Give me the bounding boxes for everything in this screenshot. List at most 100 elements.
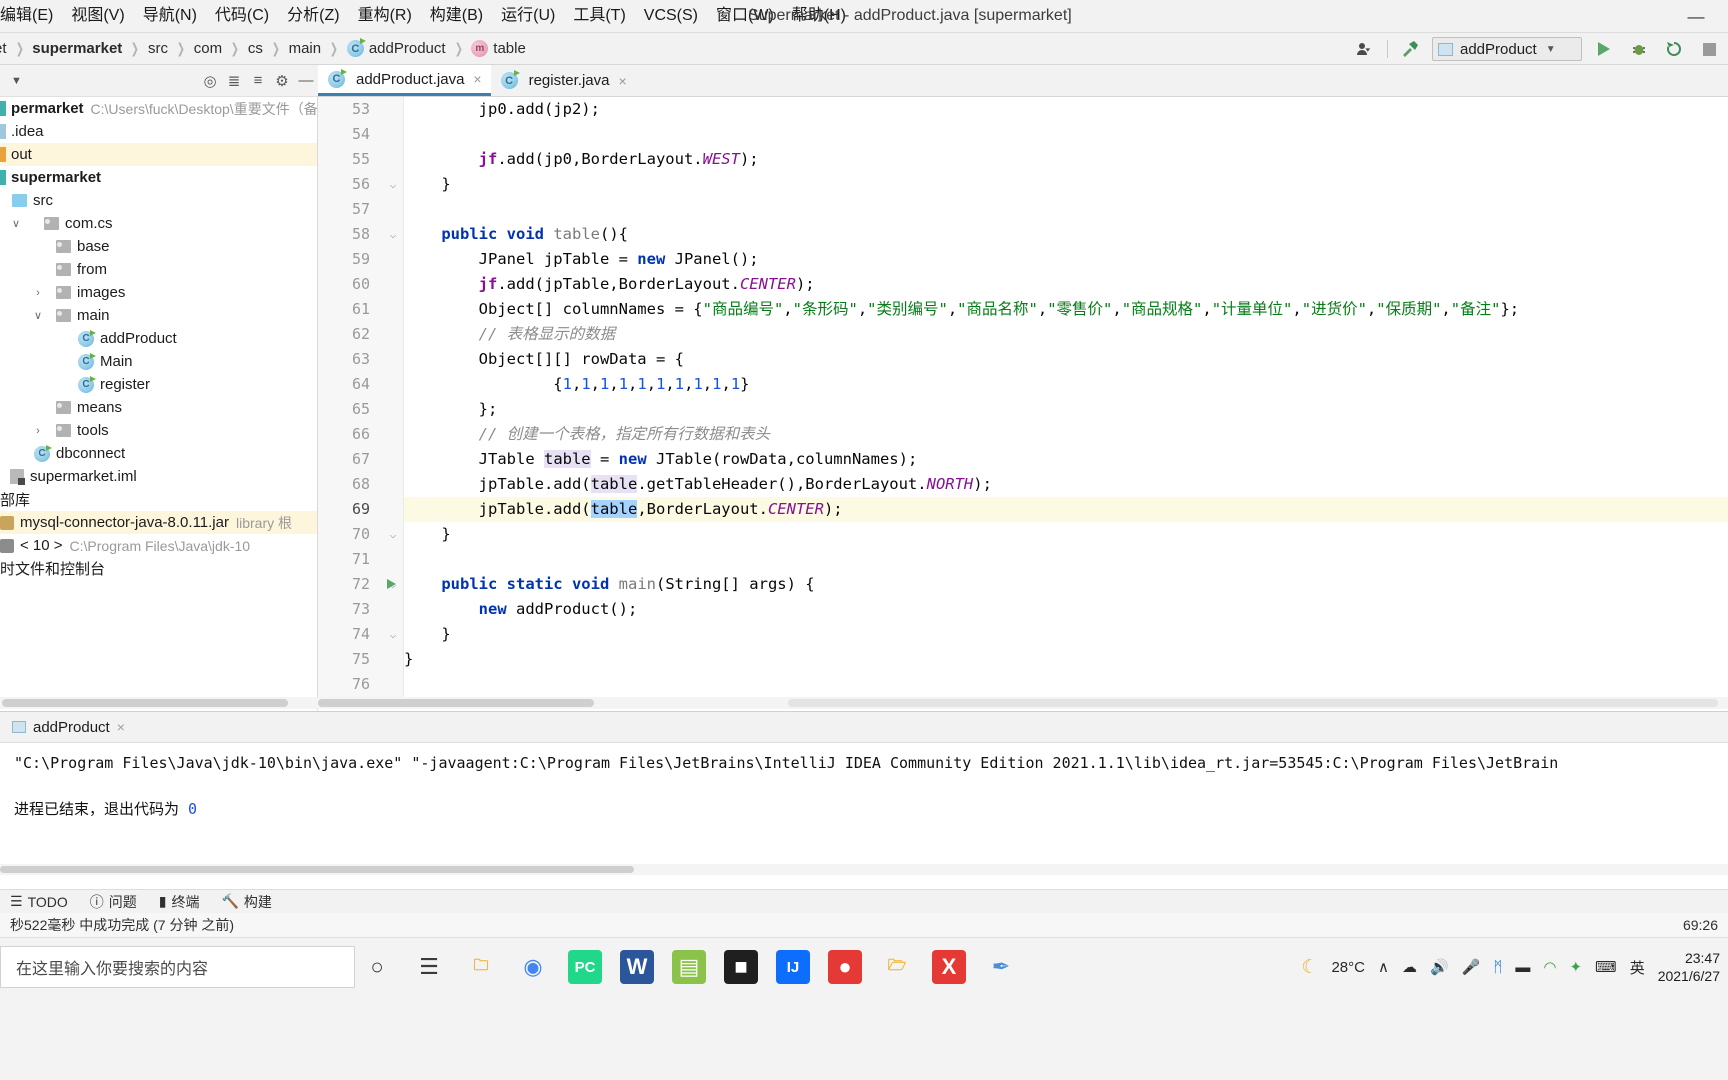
ime-indicator[interactable]: 英: [1630, 957, 1645, 978]
close-icon[interactable]: ×: [618, 73, 626, 89]
chrome-icon[interactable]: ◉: [516, 950, 550, 984]
menu-edit[interactable]: 编辑(E): [0, 3, 62, 29]
code-line[interactable]: {1,1,1,1,1,1,1,1,1,1}: [404, 372, 1728, 397]
menu-build[interactable]: 构建(B): [421, 3, 492, 29]
tree-row-scratches[interactable]: 时文件和控制台: [0, 557, 317, 580]
gear-icon[interactable]: ⚙: [270, 69, 294, 93]
gutter-run-icon[interactable]: [387, 579, 396, 589]
tree-row-jar[interactable]: mysql-connector-java-8.0.11.jar library …: [0, 511, 317, 534]
tree-row-external-libraries[interactable]: 部库: [0, 488, 317, 511]
collapse-all-icon[interactable]: ≡: [246, 69, 270, 93]
status-problems[interactable]: ⓘ 问题: [90, 892, 137, 912]
pycharm-icon[interactable]: PC: [568, 950, 602, 984]
console-horizontal-scrollbar[interactable]: [0, 864, 1728, 875]
close-icon[interactable]: ×: [473, 71, 481, 87]
chevron-right-icon[interactable]: ›: [30, 425, 46, 437]
scrollbar-track[interactable]: [788, 699, 1718, 707]
tree-row[interactable]: out: [0, 143, 317, 166]
breadcrumb-item-addproduct[interactable]: C addProduct: [346, 38, 446, 57]
close-icon[interactable]: ×: [117, 719, 125, 735]
scrollbar-thumb[interactable]: [318, 699, 594, 707]
code-line[interactable]: jpTable.add(table,BorderLayout.CENTER);: [404, 497, 1728, 522]
wifi-icon[interactable]: ◠: [1543, 958, 1556, 976]
fold-marker-icon[interactable]: ⌵: [387, 222, 399, 247]
stop-button[interactable]: [1696, 37, 1722, 61]
code-line[interactable]: }: [404, 647, 1728, 672]
tree-row-base[interactable]: base: [0, 235, 317, 258]
menu-navigate[interactable]: 导航(N): [134, 3, 206, 29]
tree-row-main[interactable]: ∨ main: [0, 304, 317, 327]
shield-icon[interactable]: ✦: [1569, 958, 1582, 976]
code-line[interactable]: jf.add(jp0,BorderLayout.WEST);: [404, 147, 1728, 172]
tree-row-means[interactable]: means: [0, 396, 317, 419]
keyboard-icon[interactable]: ⌨: [1595, 958, 1617, 976]
fold-marker-icon[interactable]: ⌵: [387, 622, 399, 647]
editor-gutter[interactable]: 53 54 55 56 57 58 59 60 61 62 63 64 65 66 67 68 69 70 71 72…: [318, 97, 383, 697]
tool-icon[interactable]: ✒: [984, 950, 1018, 984]
code-line[interactable]: [404, 122, 1728, 147]
status-terminal[interactable]: ▮ 终端: [159, 892, 200, 912]
tree-row-package[interactable]: ∨ com.cs: [0, 212, 317, 235]
fold-marker-icon[interactable]: ⌵: [387, 522, 399, 547]
breadcrumb-item-main[interactable]: main: [289, 40, 322, 57]
breadcrumb-item-project[interactable]: et: [0, 40, 7, 57]
code-line[interactable]: }: [404, 522, 1728, 547]
code-line[interactable]: Object[][] rowData = {: [404, 347, 1728, 372]
tree-row-dbconnect[interactable]: C dbconnect: [0, 442, 317, 465]
taskbar-clock[interactable]: 23:47 2021/6/27: [1658, 949, 1720, 985]
menu-code[interactable]: 代码(C): [206, 3, 278, 29]
code-line[interactable]: public void table(){: [404, 222, 1728, 247]
mic-icon[interactable]: 🎤: [1462, 958, 1481, 976]
code-line[interactable]: new addProduct();: [404, 597, 1728, 622]
tree-row-mainclass[interactable]: C Main: [0, 350, 317, 373]
tree-row-jdk[interactable]: < 10 > C:\Program Files\Java\jdk-10: [0, 534, 317, 557]
editor-fold-column[interactable]: ⌵ ⌵ ⌵ ⌵ ⌵: [383, 97, 404, 697]
tab-addproduct-java[interactable]: C addProduct.java ×: [318, 65, 491, 96]
expand-all-icon[interactable]: ≣: [222, 69, 246, 93]
code-line[interactable]: [404, 197, 1728, 222]
rerun-button[interactable]: [1661, 37, 1687, 61]
menu-tools[interactable]: 工具(T): [564, 3, 634, 29]
code-line[interactable]: // 创建一个表格，指定所有行数据和表头: [404, 422, 1728, 447]
tab-register-java[interactable]: C register.java ×: [491, 65, 636, 96]
chevron-up-icon[interactable]: ∧: [1378, 958, 1389, 976]
task-view-icon[interactable]: ☰: [412, 950, 446, 984]
locate-file-icon[interactable]: ◎: [198, 69, 222, 93]
project-dropdown-icon[interactable]: ▼: [11, 75, 22, 87]
code-line[interactable]: public static void main(String[] args) {: [404, 572, 1728, 597]
word-icon[interactable]: W: [620, 950, 654, 984]
debug-button[interactable]: [1626, 37, 1652, 61]
tree-row-images[interactable]: › images: [0, 281, 317, 304]
code-line[interactable]: // 表格显示的数据: [404, 322, 1728, 347]
breadcrumb-item-supermarket[interactable]: supermarket: [32, 40, 122, 57]
code-line[interactable]: jpTable.add(table.getTableHeader(),Borde…: [404, 472, 1728, 497]
menu-view[interactable]: 视图(V): [62, 3, 133, 29]
scrollbar-thumb[interactable]: [0, 866, 634, 873]
user-avatar-icon[interactable]: [1352, 37, 1378, 61]
taskbar-search-input[interactable]: 在这里输入你要搜索的内容: [0, 946, 355, 988]
menu-run[interactable]: 运行(U): [492, 3, 564, 29]
build-hammer-icon[interactable]: [1397, 37, 1423, 61]
cortana-icon[interactable]: ○: [360, 950, 394, 984]
code-line[interactable]: JPanel jpTable = new JPanel();: [404, 247, 1728, 272]
code-editor[interactable]: 53 54 55 56 57 58 59 60 61 62 63 64 65 66 67 68 69 70 71 72…: [318, 97, 1728, 697]
breadcrumb-item-cs[interactable]: cs: [248, 40, 263, 57]
battery-icon[interactable]: ▬: [1515, 959, 1530, 976]
record-icon[interactable]: ●: [828, 950, 862, 984]
breadcrumb-item-table[interactable]: m table: [471, 40, 526, 57]
chevron-right-icon[interactable]: ›: [30, 287, 46, 299]
project-tree[interactable]: permarket C:\Users\fuck\Desktop\重要文件（备 .…: [0, 97, 318, 717]
console-output[interactable]: "C:\Program Files\Java\jdk-10\bin\java.e…: [0, 743, 1728, 875]
tree-row-from[interactable]: from: [0, 258, 317, 281]
wps-icon[interactable]: X: [932, 950, 966, 984]
weather-icon[interactable]: ☾: [1301, 956, 1318, 979]
menu-refactor[interactable]: 重构(R): [349, 3, 421, 29]
code-line[interactable]: jf.add(jpTable,BorderLayout.CENTER);: [404, 272, 1728, 297]
fold-marker-icon[interactable]: ⌵: [387, 172, 399, 197]
sidebar-horizontal-scrollbar[interactable]: [0, 697, 318, 709]
tree-row[interactable]: permarket C:\Users\fuck\Desktop\重要文件（备: [0, 97, 317, 120]
volume-icon[interactable]: 🔊: [1430, 958, 1449, 976]
bluetooth-icon[interactable]: ᛗ: [1493, 959, 1502, 976]
minimize-button[interactable]: —: [1674, 4, 1718, 30]
terminal-icon[interactable]: ■: [724, 950, 758, 984]
